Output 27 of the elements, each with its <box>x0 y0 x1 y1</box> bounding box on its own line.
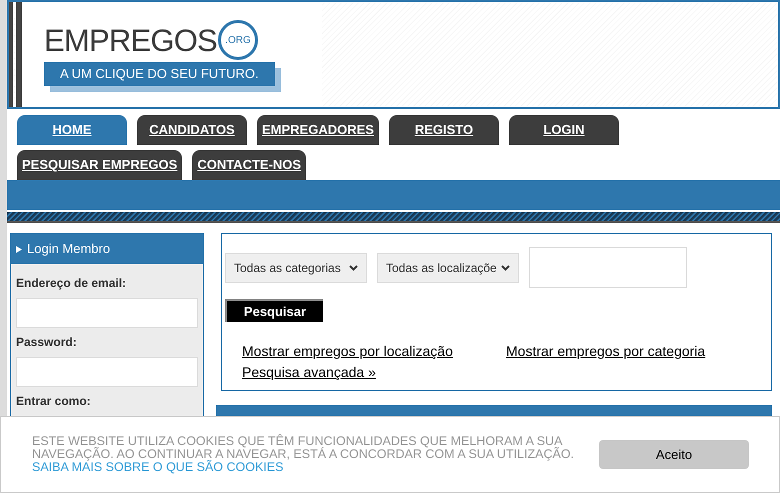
location-select[interactable]: Todas as localizaçõe <box>377 253 519 283</box>
nav-tab[interactable]: REGISTO <box>388 115 499 145</box>
chevron-icon <box>501 265 510 271</box>
panel-title: Login Membro <box>27 240 110 258</box>
search-link[interactable]: Mostrar empregos por categoria <box>506 341 771 362</box>
triangle-icon <box>16 246 22 252</box>
email-field[interactable] <box>16 298 198 328</box>
logo-tagline: A UM CLIQUE DO SEU FUTURO. <box>44 62 275 86</box>
nav-tab[interactable]: LOGIN <box>508 115 619 145</box>
accept-button[interactable]: Aceito <box>599 440 749 469</box>
nav-tab[interactable]: HOME <box>17 115 127 145</box>
search-link[interactable]: Pesquisa avançada » <box>242 362 506 383</box>
search-button[interactable]: Pesquisar <box>225 299 323 322</box>
nav-tab[interactable]: PESQUISAR EMPREGOS <box>17 150 182 180</box>
chevron-icon <box>349 265 358 271</box>
cookie-message: ESTE WEBSITE UTILIZA COOKIES QUE TÊM FUNCIONALIDADES QUE MELHORAM A SUA NAVEGAÇÃO. AO CONTINUAR A NAVEGAR, ESTÁ A CONCORDAR COM A SUA UTILIZAÇÃO. SAIBA MAIS SOBRE O QUE SÃO COOKIES <box>32 435 576 474</box>
password-field[interactable] <box>16 357 198 387</box>
nav-tab[interactable]: CONTACTE-NOS <box>192 150 306 180</box>
search-link[interactable]: Mostrar empregos por localização <box>242 341 506 362</box>
password-label: Password: <box>16 334 78 351</box>
category-select[interactable]: Todas as categorias <box>225 253 367 283</box>
nav-tab[interactable]: CANDIDATOS <box>137 115 247 145</box>
nav-tab[interactable]: EMPREGADORES <box>257 115 379 145</box>
email-label: Endereço de email: <box>16 275 128 292</box>
keyword-field[interactable] <box>529 247 687 288</box>
logo-name: EMPREGOS <box>44 24 217 56</box>
role-label: Entrar como: <box>16 393 92 410</box>
